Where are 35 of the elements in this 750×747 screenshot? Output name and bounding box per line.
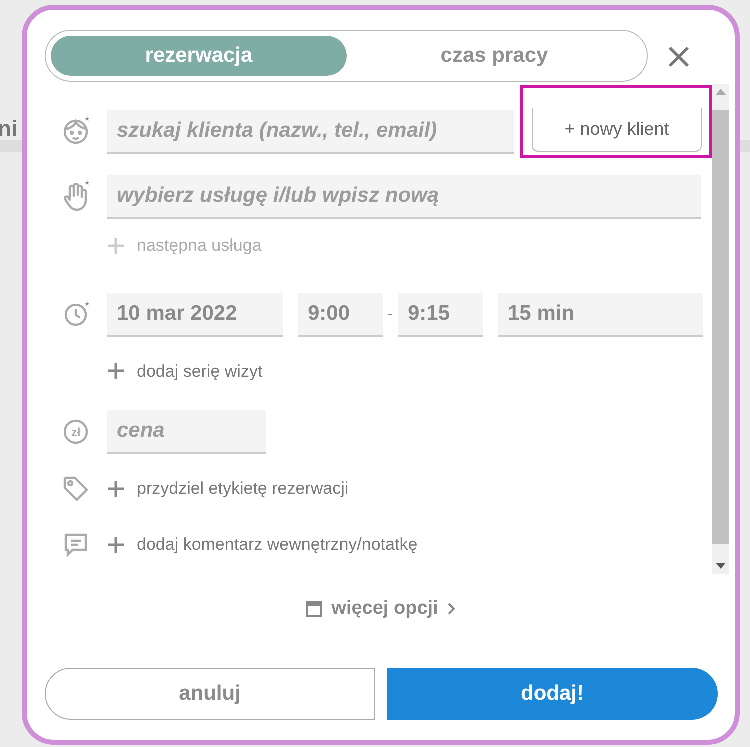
add-button[interactable]: dodaj! bbox=[387, 668, 718, 720]
hand-icon bbox=[63, 182, 89, 212]
assign-tag-link[interactable]: przydziel etykietę rezerwacji bbox=[107, 476, 349, 502]
required-mark: * bbox=[85, 177, 90, 194]
new-client-button[interactable]: + nowy klient bbox=[532, 108, 702, 152]
tag-icon bbox=[63, 476, 89, 502]
tab[interactable]: rezerwacja bbox=[51, 36, 347, 76]
required-mark: * bbox=[85, 112, 90, 130]
more-options-link[interactable]: więcej opcji bbox=[300, 594, 462, 624]
plus-icon bbox=[107, 536, 125, 554]
time-separator: - bbox=[386, 304, 394, 324]
plus-icon bbox=[107, 236, 125, 255]
price-field[interactable]: cena bbox=[107, 410, 266, 454]
add-series-link[interactable]: dodaj serię wizyt bbox=[107, 358, 263, 384]
plus-icon bbox=[107, 480, 125, 498]
tab[interactable]: czas pracy bbox=[347, 36, 642, 76]
start-time-field[interactable]: 9:00 bbox=[298, 292, 383, 336]
duration-field[interactable]: 15 min bbox=[498, 292, 703, 336]
client-search-field[interactable]: szukaj klienta (nazw., tel., email) bbox=[107, 110, 514, 154]
date-field[interactable]: 10 mar 2022 bbox=[107, 292, 283, 336]
plus-icon bbox=[107, 362, 125, 380]
window-icon bbox=[306, 601, 322, 618]
close-icon[interactable] bbox=[668, 45, 690, 67]
scroll-down-icon[interactable] bbox=[716, 562, 726, 570]
person-icon bbox=[63, 118, 89, 146]
chevron-icon bbox=[448, 603, 456, 616]
cancel-button[interactable]: anuluj bbox=[45, 668, 375, 720]
service-field[interactable]: wybierz usługę i/lub wpisz nową bbox=[107, 175, 701, 219]
comment-icon bbox=[63, 532, 89, 558]
scrollbar[interactable] bbox=[712, 84, 729, 574]
add-comment-link[interactable]: dodaj komentarz wewnętrzny/notatkę bbox=[107, 532, 418, 558]
clock-icon bbox=[64, 302, 88, 326]
end-time-field[interactable]: 9:15 bbox=[398, 292, 483, 336]
required-mark: * bbox=[85, 298, 90, 314]
currency-icon: zł bbox=[63, 419, 89, 445]
